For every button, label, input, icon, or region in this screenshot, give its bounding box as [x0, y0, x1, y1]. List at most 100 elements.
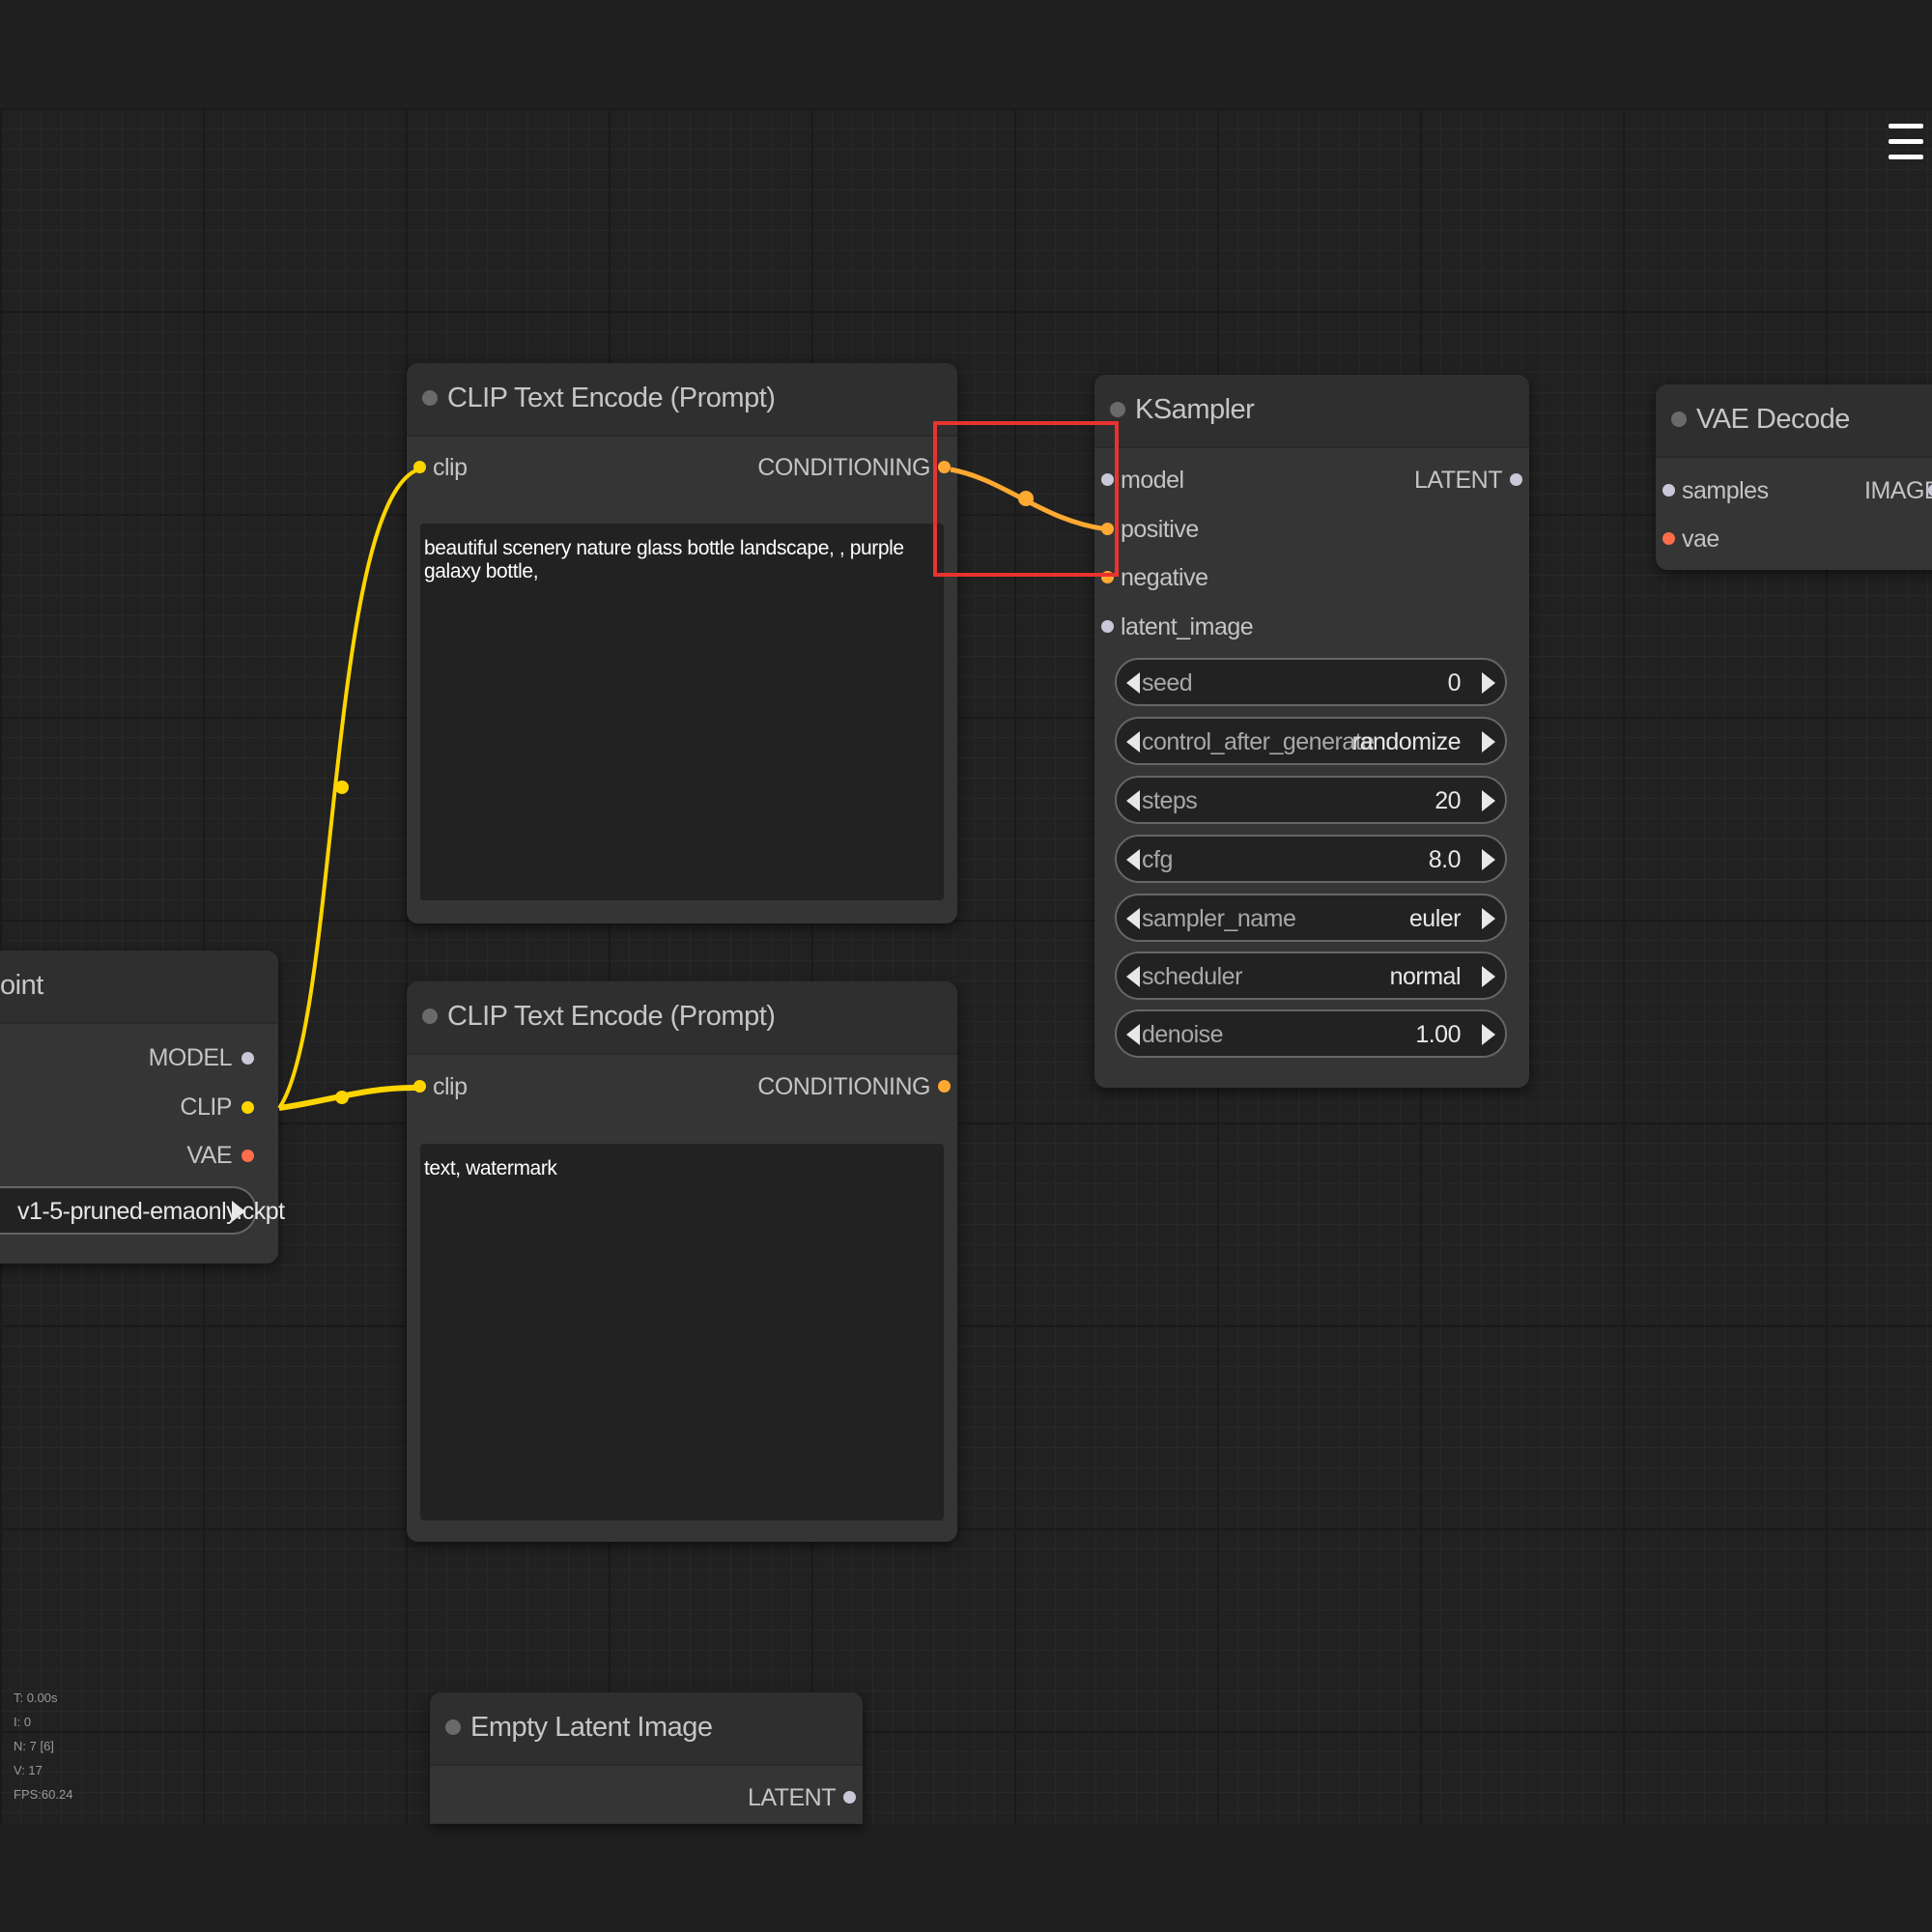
widget-label: denoise	[1142, 1021, 1224, 1048]
arrow-left-icon[interactable]	[1126, 966, 1140, 987]
load-checkpoint-node[interactable]: oint MODEL CLIP VAE v1-5-pruned-emaonly.…	[0, 951, 285, 1264]
node-title: Empty Latent Image	[470, 1712, 713, 1743]
node-title-bar[interactable]: CLIP Text Encode (Prompt)	[407, 363, 957, 437]
widget-value: 20	[1435, 787, 1461, 814]
sampler-name-widget[interactable]: sampler_name euler	[1115, 894, 1507, 942]
cfg-widget[interactable]: cfg 8.0	[1115, 835, 1507, 883]
arrow-right-icon[interactable]	[232, 1201, 245, 1222]
model-input-label: model	[1121, 467, 1184, 494]
prompt-textarea[interactable]: text, watermark	[420, 1144, 944, 1520]
node-title-bar[interactable]: CLIP Text Encode (Prompt)	[407, 981, 957, 1055]
widget-value: 0	[1447, 669, 1462, 696]
latent-image-input-slot[interactable]	[1101, 620, 1114, 633]
clip-input-slot[interactable]	[413, 461, 426, 473]
arrow-right-icon[interactable]	[1482, 1024, 1495, 1045]
clip-text-encode-positive-node[interactable]: CLIP Text Encode (Prompt) clip CONDITION…	[407, 363, 957, 923]
seed-widget[interactable]: seed 0	[1115, 658, 1507, 706]
negative-input-slot[interactable]	[1101, 571, 1114, 583]
arrow-right-icon[interactable]	[1482, 966, 1495, 987]
node-title: CLIP Text Encode (Prompt)	[447, 1001, 776, 1032]
clip-input-slot[interactable]	[413, 1080, 426, 1093]
clip-input-label: clip	[433, 454, 468, 481]
node-title-bar[interactable]: oint	[0, 951, 278, 1024]
arrow-left-icon[interactable]	[1126, 731, 1140, 753]
denoise-widget[interactable]: denoise 1.00	[1115, 1009, 1507, 1058]
arrow-right-icon[interactable]	[1482, 908, 1495, 929]
hamburger-menu-icon[interactable]	[1889, 124, 1923, 172]
latent-output-label: LATENT	[748, 1784, 837, 1811]
samples-input-slot[interactable]	[1662, 484, 1675, 497]
collapse-dot-icon[interactable]	[1671, 412, 1687, 427]
arrow-left-icon[interactable]	[1126, 908, 1140, 929]
node-title: CLIP Text Encode (Prompt)	[447, 383, 776, 413]
widget-value: 1.00	[1415, 1021, 1461, 1048]
vae-input-label: vae	[1682, 526, 1719, 553]
arrow-left-icon[interactable]	[1126, 672, 1140, 694]
widget-label: cfg	[1142, 846, 1173, 873]
node-title-bar[interactable]: KSampler	[1094, 375, 1529, 448]
conditioning-output-slot[interactable]	[938, 461, 951, 473]
stat-time: T: 0.00s	[14, 1690, 58, 1705]
arrow-right-icon[interactable]	[1482, 731, 1495, 753]
stat-nodes: N: 7 [6]	[14, 1739, 54, 1753]
ksampler-node[interactable]: KSampler model LATENT positive negative …	[1094, 375, 1529, 1088]
collapse-dot-icon[interactable]	[1110, 402, 1125, 417]
negative-input-label: negative	[1121, 564, 1208, 591]
clip-output-label: CLIP	[180, 1094, 232, 1121]
model-output-label: MODEL	[148, 1044, 233, 1071]
widget-label: sampler_name	[1142, 905, 1296, 932]
collapse-dot-icon[interactable]	[422, 390, 438, 406]
widget-label: steps	[1142, 787, 1198, 814]
positive-input-slot[interactable]	[1101, 523, 1114, 535]
widget-value: 8.0	[1428, 846, 1462, 873]
widget-label: scheduler	[1142, 963, 1242, 990]
arrow-left-icon[interactable]	[1126, 790, 1140, 811]
arrow-right-icon[interactable]	[1482, 790, 1495, 811]
node-title: KSampler	[1135, 394, 1255, 425]
control-after-generate-widget[interactable]: control_after_generate randomize	[1115, 717, 1507, 765]
widget-value: randomize	[1351, 728, 1462, 755]
collapse-dot-icon[interactable]	[422, 1009, 438, 1024]
clip-output-slot[interactable]	[242, 1101, 254, 1114]
stat-iterations: I: 0	[14, 1715, 32, 1729]
empty-latent-image-node[interactable]: Empty Latent Image LATENT	[430, 1692, 863, 1824]
latent-output-label: LATENT	[1414, 467, 1503, 494]
widget-value: euler	[1408, 905, 1462, 932]
bottom-bar	[0, 1824, 1932, 1932]
model-input-slot[interactable]	[1101, 473, 1114, 486]
latent-image-input-label: latent_image	[1121, 613, 1254, 640]
conditioning-output-slot[interactable]	[938, 1080, 951, 1093]
arrow-left-icon[interactable]	[1126, 849, 1140, 870]
positive-input-label: positive	[1121, 516, 1199, 543]
conditioning-output-label: CONDITIONING	[757, 454, 930, 481]
image-output-label: IMAGE	[1864, 477, 1932, 504]
prompt-textarea[interactable]: beautiful scenery nature glass bottle la…	[420, 524, 944, 900]
steps-widget[interactable]: steps 20	[1115, 776, 1507, 824]
top-bar	[0, 0, 1932, 108]
ckpt-name-combo[interactable]: v1-5-pruned-emaonly.ckpt	[0, 1186, 285, 1235]
node-title: oint	[0, 970, 43, 1001]
node-title-bar[interactable]: VAE Decode	[1656, 384, 1932, 458]
vae-output-slot[interactable]	[242, 1150, 254, 1162]
conditioning-output-label: CONDITIONING	[757, 1073, 930, 1100]
latent-output-slot[interactable]	[1510, 473, 1522, 486]
arrow-left-icon[interactable]	[1126, 1024, 1140, 1045]
stat-vertices: V: 17	[14, 1763, 43, 1777]
arrow-right-icon[interactable]	[1482, 849, 1495, 870]
clip-input-label: clip	[433, 1073, 468, 1100]
scheduler-widget[interactable]: scheduler normal	[1115, 952, 1507, 1000]
collapse-dot-icon[interactable]	[445, 1719, 461, 1735]
node-title-bar[interactable]: Empty Latent Image	[430, 1692, 863, 1766]
widget-label: control_after_generate	[1142, 728, 1375, 755]
clip-text-encode-negative-node[interactable]: CLIP Text Encode (Prompt) clip CONDITION…	[407, 981, 957, 1542]
model-output-slot[interactable]	[242, 1052, 254, 1065]
stat-fps: FPS:60.24	[14, 1787, 73, 1802]
vae-input-slot[interactable]	[1662, 532, 1675, 545]
latent-output-slot[interactable]	[843, 1791, 856, 1804]
graph-canvas[interactable]	[0, 108, 1932, 1824]
performance-stats: T: 0.00s I: 0 N: 7 [6] V: 17 FPS:60.24	[14, 1686, 72, 1806]
arrow-right-icon[interactable]	[1482, 672, 1495, 694]
widget-label: seed	[1142, 669, 1193, 696]
vae-decode-node[interactable]: VAE Decode samples IMAGE vae	[1656, 384, 1932, 570]
widget-value: normal	[1389, 963, 1462, 990]
